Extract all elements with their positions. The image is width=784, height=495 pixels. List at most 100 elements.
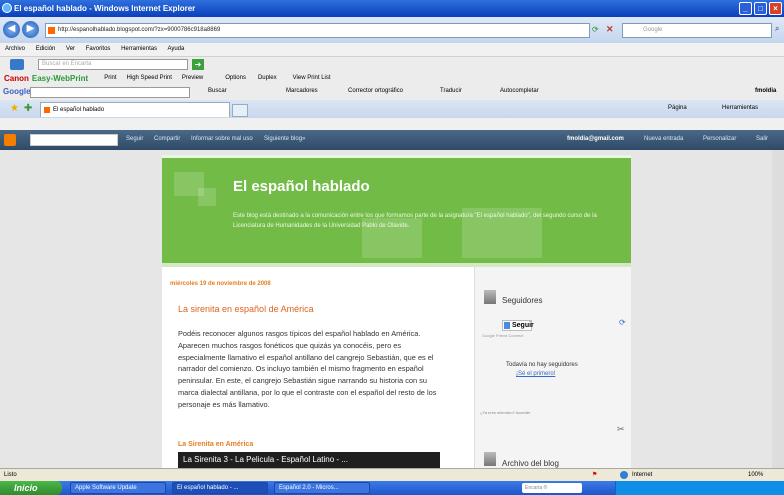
follow-icon — [504, 322, 510, 329]
zoom-level[interactable]: 100% — [748, 469, 763, 481]
google-search-input[interactable] — [30, 87, 190, 98]
page-menu[interactable]: Página — [668, 105, 687, 111]
post-subheading: La Sirenita en América — [178, 441, 254, 448]
blogger-new-post-link[interactable]: Nueva entrada — [644, 136, 683, 142]
follow-label: Seguir — [512, 322, 534, 329]
toolbar-spacer — [0, 118, 784, 130]
blog-description: Este blog está destinado a la comunicaci… — [233, 213, 597, 229]
search-placeholder: Google — [643, 27, 663, 33]
blogger-navbar: ⌕ Seguir Compartir Informar sobre mal us… — [0, 130, 784, 150]
gfc-label: Google Friend Connect — [482, 333, 524, 338]
header-decor — [198, 188, 216, 206]
popup-blocker-icon[interactable]: ⚑ — [592, 469, 597, 481]
google-autofill-button[interactable]: Autocompletar — [500, 88, 539, 94]
scrollbar[interactable] — [772, 150, 784, 468]
add-favorites-icon[interactable]: ✚ — [24, 103, 32, 114]
start-button[interactable]: Inicio — [0, 481, 62, 495]
blogger-report-link[interactable]: Informar sobre mal uso — [191, 136, 253, 142]
stop-icon[interactable]: ✕ — [606, 24, 614, 35]
task-espanol-word[interactable]: Español 2.0 - Micros... — [274, 482, 370, 494]
followers-widget-icon — [484, 290, 496, 304]
encarta-logo-icon — [10, 59, 24, 70]
menu-archivo[interactable]: Archivo — [5, 46, 25, 52]
blogger-signout-link[interactable]: Salir — [756, 136, 768, 142]
menu-edicion[interactable]: Edición — [36, 46, 56, 52]
status-text: Listo — [4, 472, 17, 478]
minimize-button[interactable]: _ — [739, 2, 752, 15]
task-el-espanol-hablado[interactable]: El español hablado - ... — [172, 482, 268, 494]
encarta-search-input[interactable]: Buscar en Encarta — [38, 59, 188, 70]
canon-toolbar: Canon Easy-WebPrint Print High Speed Pri… — [0, 71, 784, 85]
forward-button[interactable]: ▶ — [22, 21, 39, 38]
ie-icon — [2, 3, 12, 13]
search-icon[interactable]: ⌕ — [775, 24, 779, 34]
encarta-placeholder: Buscar en Encarta — [42, 61, 92, 67]
blogger-user-email: fmoldia@gmail.com — [567, 136, 624, 142]
favorites-star-icon[interactable]: ★ — [10, 103, 19, 114]
tab-bar: ★ ✚ El español hablado Página Herramient… — [0, 100, 784, 118]
menu-bar: Archivo Edición Ver Favoritos Herramient… — [0, 43, 784, 56]
menu-ver[interactable]: Ver — [66, 46, 75, 52]
tools-menu[interactable]: Herramientas — [722, 105, 758, 111]
menu-ayuda[interactable]: Ayuda — [167, 46, 184, 52]
blogger-compartir-link[interactable]: Compartir — [154, 136, 180, 142]
maximize-button[interactable]: □ — [754, 2, 767, 15]
blogger-next-blog-link[interactable]: Siguiente blog» — [264, 136, 305, 142]
widget-tools-icon[interactable]: ✂ — [617, 424, 625, 435]
url-text: http://espanolhablado.blogspot.com/?zx=9… — [58, 27, 221, 33]
canon-view-print-list-button[interactable]: View Print List — [293, 75, 331, 81]
google-logo: Google — [3, 87, 31, 96]
refresh-icon[interactable]: ⟳ — [592, 25, 599, 34]
search-input[interactable]: Google — [622, 23, 772, 38]
blog-header — [162, 155, 631, 263]
google-search-button[interactable]: Buscar — [208, 88, 227, 94]
canon-preview-button[interactable]: Preview — [182, 75, 203, 81]
no-followers-text: Todavía no hay seguidores — [506, 362, 578, 368]
blogger-customize-link[interactable]: Personalizar — [703, 136, 736, 142]
google-user[interactable]: fmoldia — [755, 88, 776, 94]
follow-button[interactable]: Seguir — [502, 320, 534, 331]
canon-high-speed-print-button[interactable]: High Speed Print — [127, 75, 172, 81]
blog-search-icon[interactable]: ⌕ — [108, 134, 112, 144]
task-apple-update[interactable]: Apple Software Update — [70, 482, 166, 494]
tab-el-espanol-hablado[interactable]: El español hablado — [40, 102, 230, 117]
menu-favoritos[interactable]: Favoritos — [86, 46, 111, 52]
be-first-link[interactable]: ¡Sé el primero! — [516, 371, 555, 377]
video-title: La Sirenita 3 - La Pelicula - Español La… — [183, 455, 348, 464]
security-zone: Internet — [632, 472, 653, 478]
post-title[interactable]: La sirenita en español de América — [178, 304, 314, 314]
google-translate-button[interactable]: Traducir — [440, 88, 462, 94]
canon-print-button[interactable]: Print — [104, 75, 116, 81]
easy-webprint-menu[interactable]: Easy-WebPrint — [32, 74, 88, 83]
blog-title[interactable]: El español hablado — [233, 178, 370, 195]
tab-favicon — [44, 107, 50, 113]
menu-herramientas[interactable]: Herramientas — [121, 46, 157, 52]
archive-widget-icon — [484, 452, 496, 466]
blogger-icon[interactable] — [4, 134, 16, 146]
back-button[interactable]: ◀ — [3, 21, 20, 38]
blogger-seguir-link[interactable]: Seguir — [126, 136, 143, 142]
page-favicon — [48, 27, 55, 34]
window-title-bar: El español hablado - Windows Internet Ex… — [0, 0, 784, 17]
status-bar: Listo ⚑ Internet 100% — [0, 468, 784, 481]
encarta-toolbar: Buscar en Encarta ➔ — [0, 56, 784, 71]
system-tray — [615, 481, 784, 495]
video-embed[interactable]: La Sirenita 3 - La Pelicula - Español La… — [178, 452, 440, 468]
address-input[interactable]: http://espanolhablado.blogspot.com/?zx=9… — [45, 23, 590, 38]
refresh-widget-icon[interactable]: ⟳ — [619, 318, 626, 327]
google-toolbar: Google Buscar Marcadores Corrector ortog… — [0, 85, 784, 100]
member-access-link[interactable]: ¿Ya eres miembro? Acceder — [480, 410, 530, 415]
taskbar-encarta-search[interactable]: Encarta ® — [522, 483, 582, 493]
internet-zone-icon — [620, 471, 628, 479]
google-spellcheck-button[interactable]: Corrector ortográfico — [348, 88, 403, 94]
google-bookmarks-button[interactable]: Marcadores — [286, 88, 318, 94]
encarta-go-button[interactable]: ➔ — [192, 59, 204, 70]
new-tab-button[interactable] — [232, 104, 248, 117]
taskbar: Inicio Apple Software Update El español … — [0, 481, 784, 495]
close-button[interactable]: × — [769, 2, 782, 15]
start-label: Inicio — [14, 483, 38, 493]
canon-options-button[interactable]: Options — [225, 75, 246, 81]
followers-title: Seguidores — [502, 296, 543, 305]
blog-search-input[interactable] — [30, 134, 118, 146]
canon-duplex-button[interactable]: Duplex — [258, 75, 277, 81]
